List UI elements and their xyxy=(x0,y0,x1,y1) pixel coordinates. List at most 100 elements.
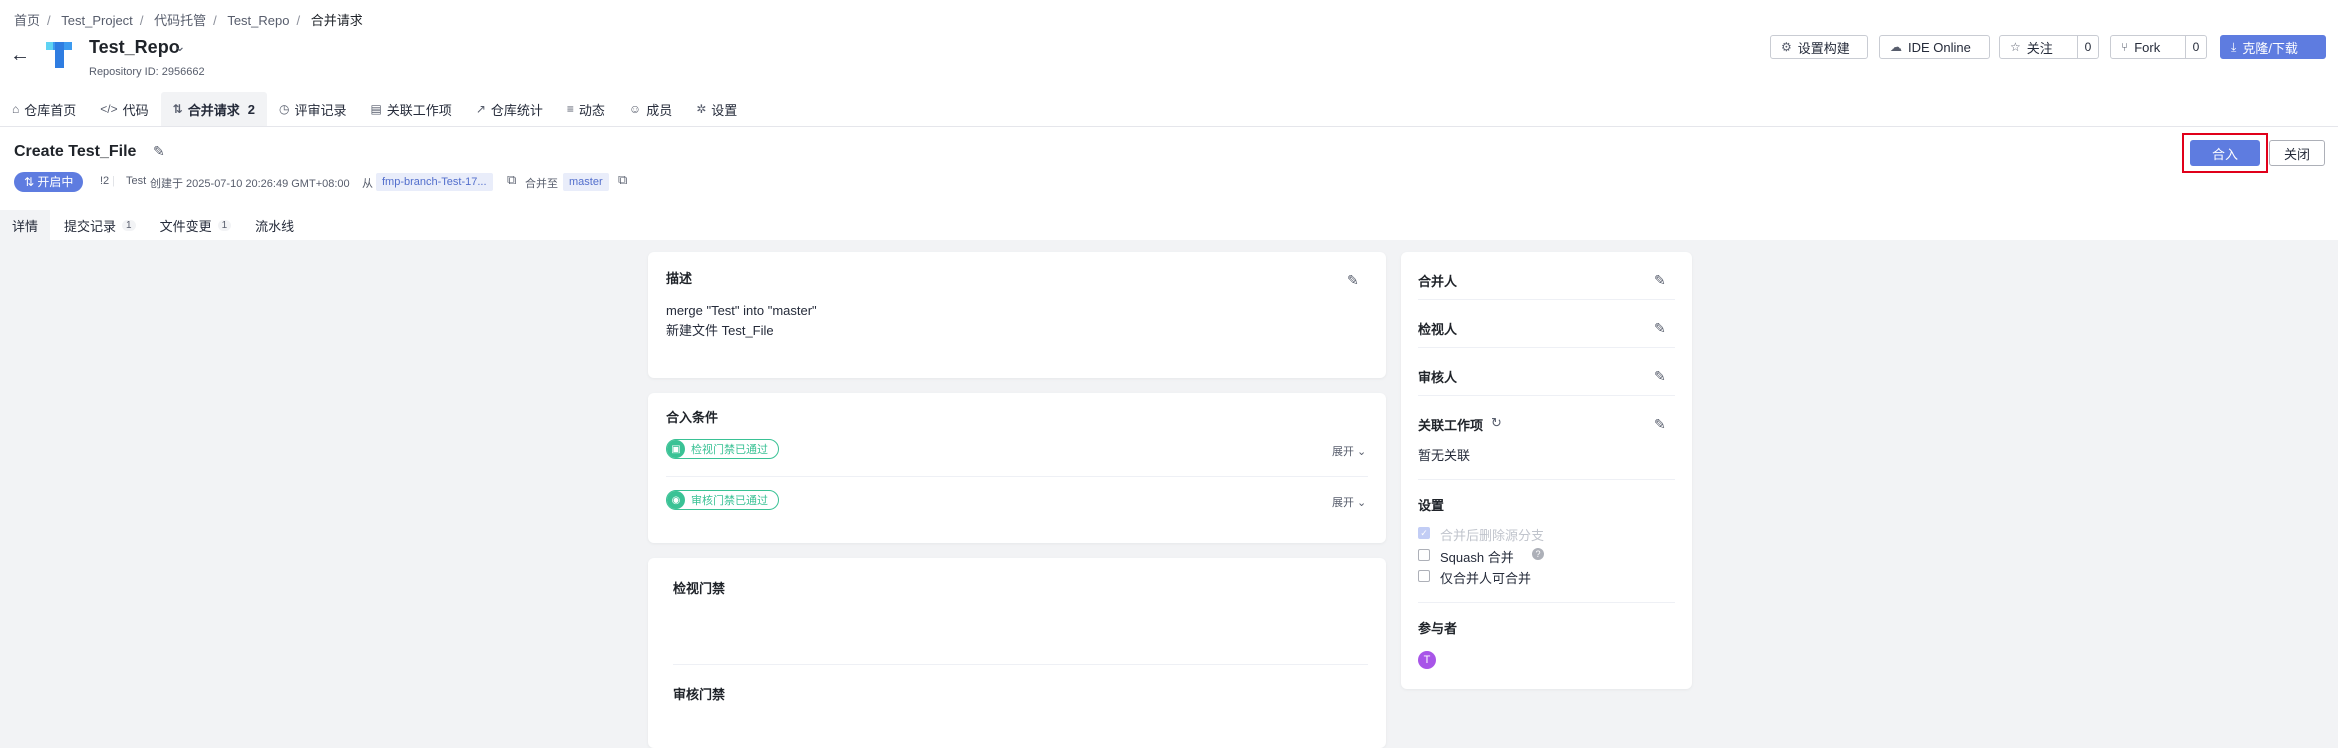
divider xyxy=(1418,479,1675,480)
setup-build-button[interactable]: ⚙ 设置构建 xyxy=(1770,35,1868,59)
work-items-label: 关联工作项 xyxy=(1418,418,1484,433)
breadcrumb-repo[interactable]: Test_Repo xyxy=(227,13,289,28)
merge-conditions-title: 合入条件 xyxy=(666,410,719,425)
squash-label: Squash 合并 xyxy=(1440,550,1514,565)
file-changes-count: 1 xyxy=(217,219,232,231)
clone-download-button[interactable]: ⤓ 克隆/下载 xyxy=(2220,35,2326,59)
ide-online-button[interactable]: ☁ IDE Online xyxy=(1879,35,1990,59)
tab-review-records-label: 评审记录 xyxy=(294,102,347,118)
tab-repo-stats-label: 仓库统计 xyxy=(490,102,543,118)
tab-merge-requests[interactable]: ⇅ 合并请求 2 xyxy=(160,92,267,126)
edit-merger-pencil-icon[interactable]: ✎ xyxy=(1654,272,1666,289)
tab-linked-work-items-label: 关联工作项 xyxy=(386,102,452,118)
home-icon: ⌂ xyxy=(12,102,20,116)
status-badge: ⇅ 开启中 xyxy=(14,172,84,192)
divider xyxy=(1418,347,1675,348)
approval-gate-passed-label: 审核门禁已通过 xyxy=(691,495,768,507)
tab-settings[interactable]: ✲ 设置 xyxy=(684,92,749,126)
tab-file-changes[interactable]: 文件变更 1 xyxy=(148,210,244,240)
tab-commits[interactable]: 提交记录 1 xyxy=(52,210,148,240)
tab-pipeline[interactable]: 流水线 xyxy=(243,210,306,240)
breadcrumb-home[interactable]: 首页 xyxy=(14,13,40,28)
pr-author[interactable]: Test xyxy=(126,175,146,187)
download-icon: ⤓ xyxy=(2231,39,2237,54)
clock-icon: ◷ xyxy=(278,102,290,116)
edit-approver-pencil-icon[interactable]: ✎ xyxy=(1654,368,1666,385)
tab-file-changes-label: 文件变更 xyxy=(159,218,212,234)
merge-conditions-card: 合入条件 ▣ 检视门禁已通过 展开 ⌄ ◉ 审核门禁已通过 展开 ⌄ xyxy=(648,393,1386,543)
reviewer-label: 检视人 xyxy=(1418,322,1458,337)
refresh-icon[interactable]: ↻ xyxy=(1491,415,1502,431)
source-branch[interactable]: fmp-branch-Test-17... xyxy=(376,173,493,191)
fork-button[interactable]: ⑂ Fork xyxy=(2110,35,2186,59)
expand-review-gate[interactable]: 展开 ⌄ xyxy=(1332,443,1366,459)
tab-details[interactable]: 详情 xyxy=(0,210,51,240)
breadcrumb-project[interactable]: Test_Project xyxy=(61,13,133,28)
star-icon: ☆ xyxy=(2010,40,2021,54)
chevron-down-icon[interactable]: ⌄ xyxy=(174,38,186,55)
expand-label: 展开 xyxy=(1332,446,1354,458)
list-icon: ≡ xyxy=(566,102,574,116)
tab-repo-stats[interactable]: ↗ 仓库统计 xyxy=(464,92,555,126)
settings-label: 设置 xyxy=(1418,498,1445,513)
repo-name[interactable]: Test_Repo xyxy=(89,37,180,58)
fork-icon: ⑂ xyxy=(2121,40,2129,54)
sidebar-card: 合并人 ✎ 检视人 ✎ 审核人 ✎ 关联工作项 ↻ ✎ 暂无关联 设置 ✓ 合并… xyxy=(1401,252,1692,689)
breadcrumb: 首页 / Test_Project / 代码托管 / Test_Repo / 合并请求 xyxy=(14,13,363,28)
expand-approval-gate[interactable]: 展开 ⌄ xyxy=(1332,494,1366,510)
avatar[interactable]: T xyxy=(1418,651,1436,669)
code-icon: </> xyxy=(100,102,118,116)
no-link-text: 暂无关联 xyxy=(1418,448,1471,463)
target-branch[interactable]: master xyxy=(563,173,609,191)
review-gate-title: 检视门禁 xyxy=(673,581,726,596)
tab-repo-home-label: 仓库首页 xyxy=(24,102,77,118)
merge-button-highlight xyxy=(2182,133,2268,173)
edit-reviewer-pencil-icon[interactable]: ✎ xyxy=(1654,320,1666,337)
review-gate-passed-badge: ▣ 检视门禁已通过 xyxy=(666,439,779,459)
only-merger-checkbox[interactable] xyxy=(1418,570,1430,582)
divider xyxy=(1418,395,1675,396)
breadcrumb-code-hosting[interactable]: 代码托管 xyxy=(154,13,206,28)
document-icon: ▤ xyxy=(370,102,382,116)
delete-branch-label: 合并后删除源分支 xyxy=(1440,528,1545,543)
divider xyxy=(673,664,1368,665)
tab-activity[interactable]: ≡ 动态 xyxy=(555,92,617,126)
ide-online-label: IDE Online xyxy=(1908,39,1971,55)
pr-created: 创建于 2025-07-10 20:26:49 GMT+08:00 xyxy=(150,178,350,190)
squash-checkbox[interactable] xyxy=(1418,549,1430,561)
edit-work-items-pencil-icon[interactable]: ✎ xyxy=(1654,416,1666,433)
approval-gate-title: 审核门禁 xyxy=(673,687,726,702)
cloud-icon: ☁ xyxy=(1890,40,1902,54)
tab-members[interactable]: ☺ 成员 xyxy=(617,92,684,126)
tab-repo-home[interactable]: ⌂ 仓库首页 xyxy=(0,92,88,126)
description-line-1: merge "Test" into "master" xyxy=(666,303,817,318)
only-merger-label: 仅合并人可合并 xyxy=(1440,571,1532,586)
tab-linked-work-items[interactable]: ▤ 关联工作项 xyxy=(358,92,463,126)
copy-icon[interactable]: ⧉ xyxy=(507,172,516,188)
tab-merge-requests-label: 合并请求 xyxy=(187,102,240,118)
edit-title-pencil-icon[interactable]: ✎ xyxy=(153,143,165,160)
from-label: 从 xyxy=(362,178,373,190)
merge-request-icon: ⇅ xyxy=(24,175,38,189)
fork-count: 0 xyxy=(2185,35,2207,59)
nav-divider xyxy=(0,126,2338,127)
gates-card: 检视门禁 审核门禁 xyxy=(648,558,1386,748)
tab-code[interactable]: </> 代码 xyxy=(88,92,160,126)
watch-button[interactable]: ☆ 关注 xyxy=(1999,35,2078,59)
repo-logo-icon xyxy=(43,38,77,70)
gear-icon: ⚙ xyxy=(1781,40,1792,54)
description-card: 描述 ✎ merge "Test" into "master" 新建文件 Tes… xyxy=(648,252,1386,378)
help-icon[interactable]: ? xyxy=(1532,548,1544,560)
tab-review-records[interactable]: ◷ 评审记录 xyxy=(267,92,359,126)
edit-description-pencil-icon[interactable]: ✎ xyxy=(1347,272,1359,289)
approver-label: 审核人 xyxy=(1418,370,1458,385)
close-button[interactable]: 关闭 xyxy=(2269,140,2325,166)
meta-divider: | xyxy=(112,175,115,187)
commits-count: 1 xyxy=(122,219,136,231)
copy-icon[interactable]: ⧉ xyxy=(618,172,627,188)
settings-icon: ✲ xyxy=(696,102,707,116)
review-gate-passed-label: 检视门禁已通过 xyxy=(691,444,768,456)
tab-members-label: 成员 xyxy=(646,102,673,118)
back-arrow-icon[interactable]: ← xyxy=(10,44,32,66)
tab-details-label: 详情 xyxy=(12,218,39,234)
